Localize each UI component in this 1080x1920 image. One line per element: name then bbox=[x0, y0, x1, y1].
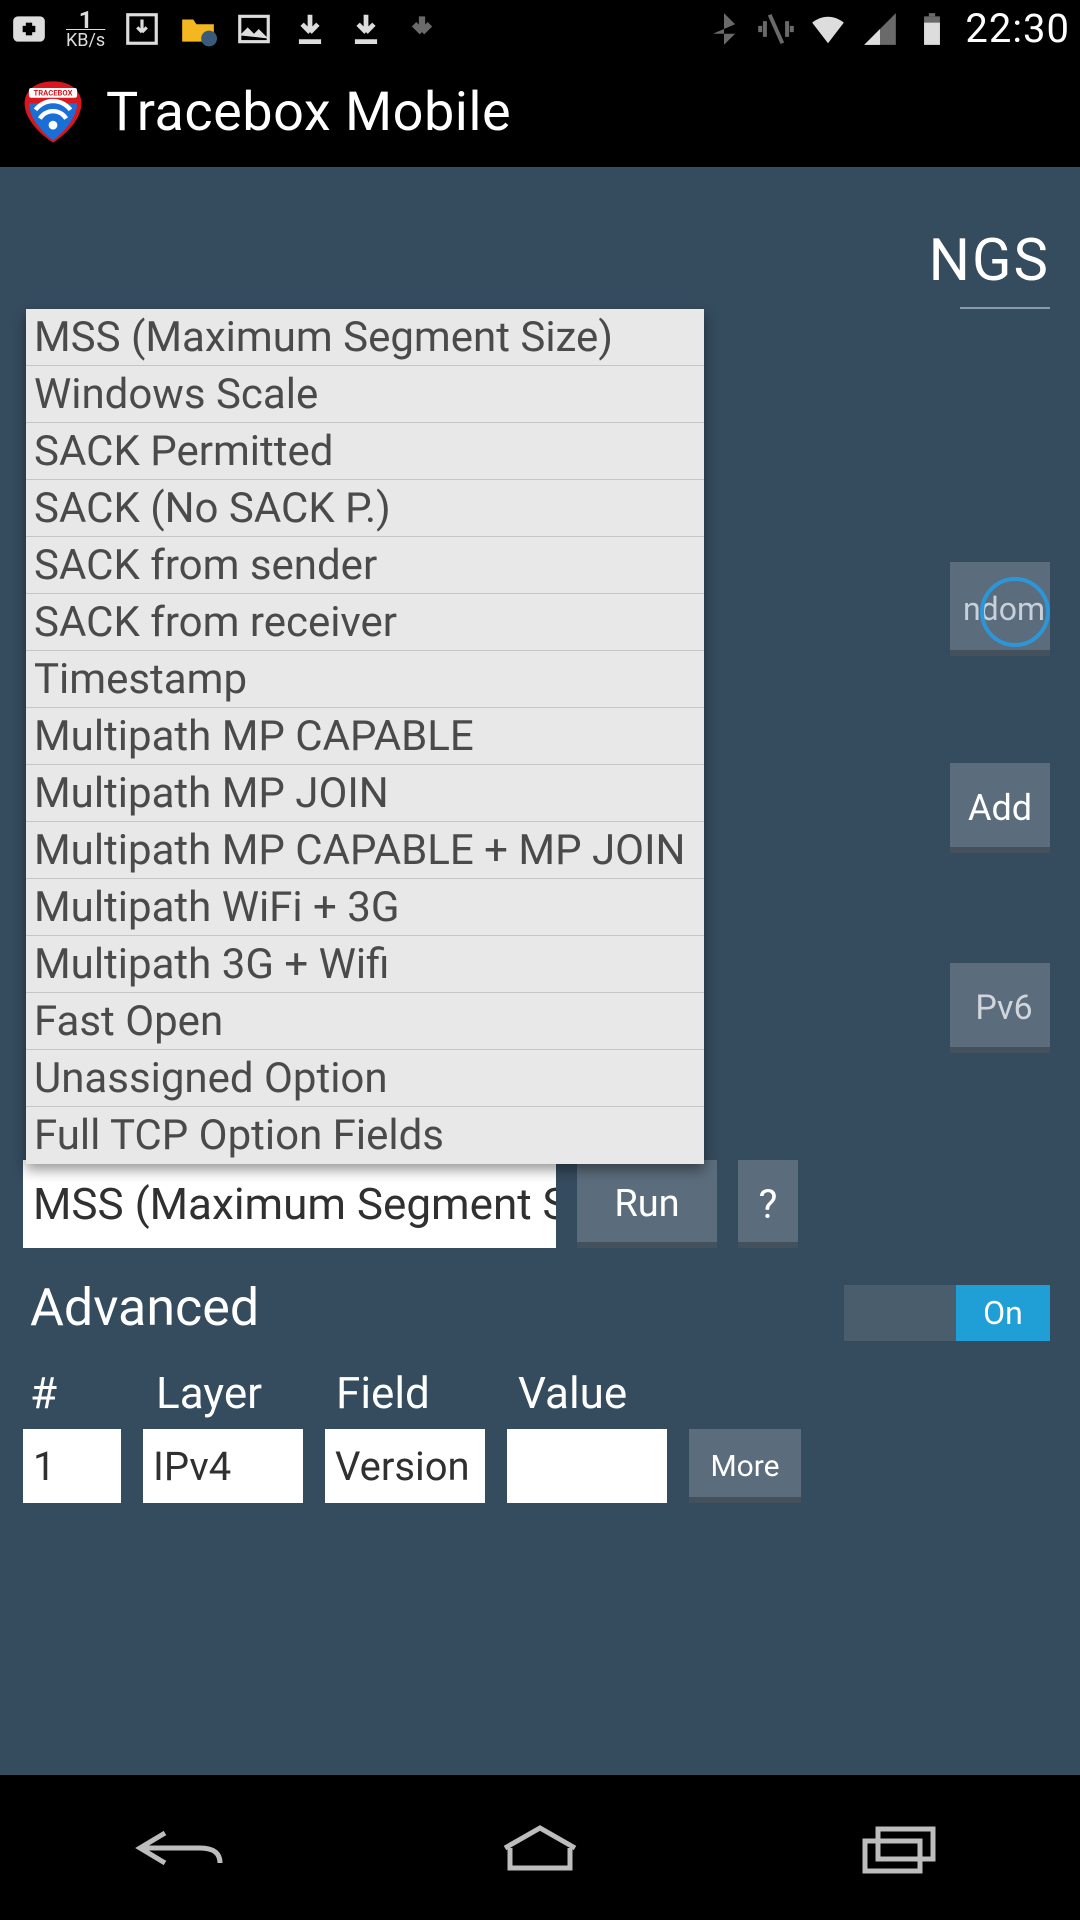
row-field-input[interactable]: Version bbox=[325, 1429, 485, 1503]
dropdown-option[interactable]: MSS (Maximum Segment Size) bbox=[26, 309, 704, 366]
help-button[interactable]: ? bbox=[738, 1160, 798, 1248]
add-button[interactable]: Add bbox=[950, 763, 1050, 853]
ipv6-button[interactable]: Pv6 bbox=[950, 963, 1050, 1053]
advanced-toggle[interactable]: On bbox=[844, 1285, 1050, 1341]
status-bar: 1 KB/s bbox=[0, 0, 1080, 57]
dropdown-option[interactable]: Fast Open bbox=[26, 993, 704, 1050]
dropdown-option[interactable]: Multipath MP JOIN bbox=[26, 765, 704, 822]
col-header-layer: Layer bbox=[156, 1367, 336, 1419]
tcp-option-select[interactable]: MSS (Maximum Segment Siz bbox=[23, 1160, 556, 1248]
app-logo-icon: TRACEBOX bbox=[18, 77, 88, 147]
recent-apps-button[interactable] bbox=[840, 1813, 960, 1883]
nav-bar bbox=[0, 1775, 1080, 1920]
signal-icon bbox=[861, 10, 899, 48]
dropdown-option[interactable]: Multipath WiFi + 3G bbox=[26, 879, 704, 936]
svg-text:TRACEBOX: TRACEBOX bbox=[34, 89, 73, 98]
section-heading-fragment: NGS bbox=[929, 227, 1050, 295]
row-value-input[interactable] bbox=[507, 1429, 667, 1503]
more-button[interactable]: More bbox=[689, 1429, 801, 1503]
network-speed-indicator: 1 KB/s bbox=[66, 8, 105, 50]
row-layer-input[interactable]: IPv4 bbox=[143, 1429, 303, 1503]
tcp-option-dropdown: MSS (Maximum Segment Size) Windows Scale… bbox=[26, 309, 704, 1164]
app-title: Tracebox Mobile bbox=[106, 81, 511, 144]
heading-underline bbox=[960, 307, 1050, 309]
row-num-input[interactable]: 1 bbox=[23, 1429, 121, 1503]
dropdown-option[interactable]: Full TCP Option Fields bbox=[26, 1107, 704, 1164]
app-body: NGS ndom Add Pv6 MSS (Maximum Segment Si… bbox=[0, 167, 1080, 1775]
col-header-value: Value bbox=[518, 1367, 627, 1419]
vibrate-icon bbox=[757, 10, 795, 48]
run-button[interactable]: Run bbox=[577, 1160, 717, 1248]
back-button[interactable] bbox=[120, 1813, 240, 1883]
status-clock: 22:30 bbox=[965, 5, 1070, 52]
battery-icon bbox=[913, 10, 951, 48]
advanced-row: 1 IPv4 Version More bbox=[23, 1429, 801, 1503]
download-arrow-icon bbox=[291, 10, 329, 48]
download-arrow-icon bbox=[347, 10, 385, 48]
bluetooth-icon bbox=[705, 10, 743, 48]
home-button[interactable] bbox=[480, 1813, 600, 1883]
dropdown-option[interactable]: SACK Permitted bbox=[26, 423, 704, 480]
notification-plus-icon bbox=[10, 10, 48, 48]
col-header-field: Field bbox=[336, 1367, 518, 1419]
dropdown-option[interactable]: Multipath MP CAPABLE + MP JOIN bbox=[26, 822, 704, 879]
download-arrow-icon bbox=[403, 10, 441, 48]
advanced-label: Advanced bbox=[30, 1277, 259, 1338]
dropdown-option[interactable]: Multipath MP CAPABLE bbox=[26, 708, 704, 765]
dropdown-option[interactable]: Unassigned Option bbox=[26, 1050, 704, 1107]
random-button[interactable]: ndom bbox=[950, 562, 1050, 656]
folder-icon bbox=[179, 10, 217, 48]
dropdown-option[interactable]: SACK (No SACK P.) bbox=[26, 480, 704, 537]
dropdown-option[interactable]: SACK from sender bbox=[26, 537, 704, 594]
column-headers: # Layer Field Value bbox=[30, 1367, 800, 1419]
app-bar: TRACEBOX Tracebox Mobile bbox=[0, 57, 1080, 167]
dropdown-option[interactable]: Windows Scale bbox=[26, 366, 704, 423]
wifi-icon bbox=[809, 10, 847, 48]
dropdown-option[interactable]: SACK from receiver bbox=[26, 594, 704, 651]
image-icon bbox=[235, 10, 273, 48]
download-box-icon bbox=[123, 10, 161, 48]
dropdown-option[interactable]: Timestamp bbox=[26, 651, 704, 708]
toggle-knob: On bbox=[956, 1285, 1050, 1341]
col-header-num: # bbox=[30, 1367, 156, 1419]
dropdown-option[interactable]: Multipath 3G + Wifi bbox=[26, 936, 704, 993]
